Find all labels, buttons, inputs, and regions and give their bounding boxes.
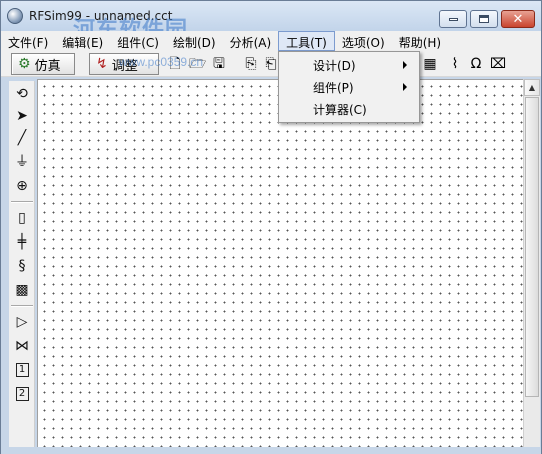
maximize-icon	[479, 15, 489, 23]
schematic-canvas[interactable]	[37, 79, 523, 447]
menu-edit[interactable]: 编辑(E)	[55, 31, 110, 51]
menu-item-component[interactable]: 组件(P)	[281, 76, 417, 97]
palette-divider	[11, 201, 33, 203]
minimize-icon	[448, 17, 458, 21]
capacitor-icon[interactable]: ╪	[11, 231, 33, 253]
vertical-scrollbar[interactable]: ▲	[523, 79, 540, 447]
window-bottom-border	[1, 447, 541, 454]
inductor-icon[interactable]: §	[11, 255, 33, 277]
two-port-label: 2	[15, 387, 29, 401]
menu-options[interactable]: 选项(O)	[335, 31, 392, 51]
menu-tools[interactable]: 工具(T)	[278, 31, 335, 51]
menu-help[interactable]: 帮助(H)	[392, 31, 448, 51]
transmission-line-icon[interactable]: ▩	[11, 279, 33, 301]
tools-dropdown-menu: 设计(D) 组件(P) 计算器(C)	[278, 51, 420, 123]
two-port-icon[interactable]: 2	[11, 383, 33, 405]
ground-icon[interactable]: ⏚	[11, 151, 33, 173]
toolbar: ⚙ 仿真 ↯ 调整 🗋 🗁 🖫 ⎘ ⎗ ▦ ⌇ Ω ⌧	[1, 51, 541, 77]
pointer-arrow-icon[interactable]: ➤	[11, 105, 33, 127]
scroll-up-arrow-icon: ▲	[528, 83, 536, 92]
component-palette: ⟲ ➤ ╱ ⏚ ⊕ ▯ ╪ § ▩ ▷ ⋈ 1 2	[9, 81, 35, 447]
simulate-label: 仿真	[34, 58, 61, 74]
menu-item-design[interactable]: 设计(D)	[281, 54, 417, 75]
title-bar[interactable]: RFSim99 - unnamed.cct 河东软件园 ✕	[1, 1, 541, 43]
menu-analysis[interactable]: 分析(A)	[223, 31, 279, 51]
resistor-icon[interactable]: ▯	[11, 207, 33, 229]
watermark-url: www.pc0359.cn	[119, 55, 204, 69]
omega-icon[interactable]: Ω	[468, 56, 484, 72]
close-button[interactable]: ✕	[501, 10, 535, 28]
simulate-icon: ⚙	[18, 56, 31, 72]
menu-file[interactable]: 文件(F)	[1, 31, 55, 51]
wire-line-icon[interactable]: ╱	[11, 127, 33, 149]
minimize-button[interactable]	[439, 10, 467, 28]
source-icon[interactable]: ⊕	[11, 175, 33, 197]
antenna-icon[interactable]: ⌇	[447, 56, 463, 72]
amplifier-icon[interactable]: ▷	[11, 311, 33, 333]
palette-divider	[11, 305, 33, 307]
menu-draw[interactable]: 绘制(D)	[166, 31, 223, 51]
close-icon: ✕	[512, 11, 524, 27]
menu-item-component-label: 组件(P)	[313, 81, 354, 95]
calculator-icon[interactable]: ▦	[422, 56, 438, 72]
scrollbar-thumb[interactable]	[525, 97, 539, 397]
scroll-up-button[interactable]: ▲	[524, 79, 540, 96]
maximize-button[interactable]	[470, 10, 498, 28]
menu-components[interactable]: 组件(C)	[110, 31, 166, 51]
one-port-label: 1	[15, 363, 29, 377]
menu-item-calculator-label: 计算器(C)	[313, 103, 367, 117]
rotate-icon[interactable]: ⟲	[11, 83, 33, 105]
tune-icon: ↯	[96, 56, 108, 72]
app-window: RFSim99 - unnamed.cct 河东软件园 ✕ 文件(F) 编辑(E…	[0, 0, 542, 454]
transformer-icon[interactable]: ⋈	[11, 335, 33, 357]
simulate-button[interactable]: ⚙ 仿真	[11, 53, 75, 75]
submenu-arrow-icon	[403, 61, 407, 69]
submenu-arrow-icon	[403, 83, 407, 91]
save-disk-icon[interactable]: 🖫	[211, 56, 227, 72]
one-port-icon[interactable]: 1	[11, 359, 33, 381]
component-2-icon[interactable]: ⎗	[263, 56, 279, 72]
template-icon[interactable]: ⌧	[490, 56, 506, 72]
menu-item-design-label: 设计(D)	[313, 59, 356, 73]
component-icon[interactable]: ⎘	[243, 56, 259, 72]
menu-item-calculator[interactable]: 计算器(C)	[281, 98, 417, 119]
menu-bar: 文件(F) 编辑(E) 组件(C) 绘制(D) 分析(A) 工具(T) 选项(O…	[1, 31, 541, 51]
app-logo-icon[interactable]	[7, 8, 23, 24]
